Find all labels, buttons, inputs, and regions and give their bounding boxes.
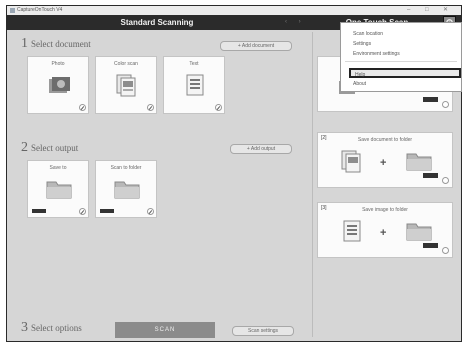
format-badge xyxy=(32,209,46,213)
step1-number: 1 xyxy=(21,36,28,51)
document-tile-text[interactable]: Text xyxy=(163,56,225,114)
one-touch-card-2[interactable]: [2] Save document to folder + xyxy=(317,132,453,188)
step2-label: Select output xyxy=(31,143,79,153)
folder-icon xyxy=(406,223,432,241)
step3-title: 3 Select options xyxy=(21,320,82,336)
mode-switch-arrows[interactable]: ‹ › xyxy=(285,15,306,30)
plus-icon: + xyxy=(380,157,387,169)
edit-icon[interactable] xyxy=(147,208,154,215)
document-label: Text xyxy=(189,61,199,67)
text-doc-icon xyxy=(343,220,361,242)
edit-icon[interactable] xyxy=(442,177,449,184)
edit-icon[interactable] xyxy=(442,101,449,108)
card-title: Save image to folder xyxy=(362,207,408,213)
folder-icon xyxy=(46,181,72,199)
color-doc-icon xyxy=(341,150,361,173)
one-touch-card-3[interactable]: [3] Save image to folder + xyxy=(317,202,453,258)
folder-icon xyxy=(114,181,140,199)
edit-icon[interactable] xyxy=(79,208,86,215)
edit-icon[interactable] xyxy=(215,104,222,111)
close-button[interactable]: ✕ xyxy=(443,6,448,15)
add-document-button[interactable]: + Add document xyxy=(220,41,292,51)
add-output-button[interactable]: + Add output xyxy=(230,144,292,154)
scan-settings-button[interactable]: Scan settings xyxy=(232,326,294,336)
format-badge xyxy=(423,243,438,248)
photo-icon xyxy=(49,77,70,93)
output-tile-save-to[interactable]: Save to xyxy=(27,160,89,218)
menu-item-scan-location[interactable]: Scan location xyxy=(353,31,383,37)
edit-icon[interactable] xyxy=(442,247,449,254)
menu-item-about[interactable]: About xyxy=(353,81,366,87)
step1-label: Select document xyxy=(31,39,91,49)
menu-item-environment-settings[interactable]: Environment settings xyxy=(353,51,400,57)
settings-menu: Scan location Settings Environment setti… xyxy=(340,22,462,92)
step2-title: 2 Select output xyxy=(21,140,78,156)
document-label: Color scan xyxy=(114,61,138,67)
tab-standard-scanning[interactable]: Standard Scanning xyxy=(7,15,307,30)
folder-icon xyxy=(406,153,432,171)
standard-scanning-pane: 1 Select document + Add document Photo Co… xyxy=(15,32,307,338)
edit-icon[interactable] xyxy=(147,104,154,111)
window-title: CaptureOnTouch V4 xyxy=(17,7,63,13)
output-label: Scan to folder xyxy=(110,165,142,171)
step2-number: 2 xyxy=(21,140,28,155)
step3-label: Select options xyxy=(31,323,82,333)
color-doc-icon xyxy=(116,74,136,97)
scan-button[interactable]: SCAN xyxy=(115,322,215,338)
menu-separator xyxy=(345,61,457,62)
format-badge xyxy=(423,97,438,102)
card-title: Save document to folder xyxy=(357,137,413,143)
maximize-button[interactable]: □ xyxy=(425,6,429,15)
document-label: Photo xyxy=(51,61,65,67)
format-badge xyxy=(423,173,438,178)
output-label: Save to xyxy=(49,165,67,171)
menu-item-help[interactable]: Help xyxy=(349,68,461,78)
pane-divider xyxy=(312,32,313,337)
menu-item-settings[interactable]: Settings xyxy=(353,41,371,47)
plus-icon: + xyxy=(380,227,387,239)
document-tile-photo[interactable]: Photo xyxy=(27,56,89,114)
app-icon xyxy=(10,8,15,13)
minimize-button[interactable]: – xyxy=(407,6,410,15)
output-tile-scan-to-folder[interactable]: Scan to folder xyxy=(95,160,157,218)
step1-title: 1 Select document xyxy=(21,36,91,52)
edit-icon[interactable] xyxy=(79,104,86,111)
step3-number: 3 xyxy=(21,320,28,335)
title-bar: CaptureOnTouch V4 – □ ✕ xyxy=(7,6,461,15)
text-doc-icon xyxy=(186,74,204,96)
document-tile-color-scan[interactable]: Color scan xyxy=(95,56,157,114)
format-badge xyxy=(100,209,114,213)
